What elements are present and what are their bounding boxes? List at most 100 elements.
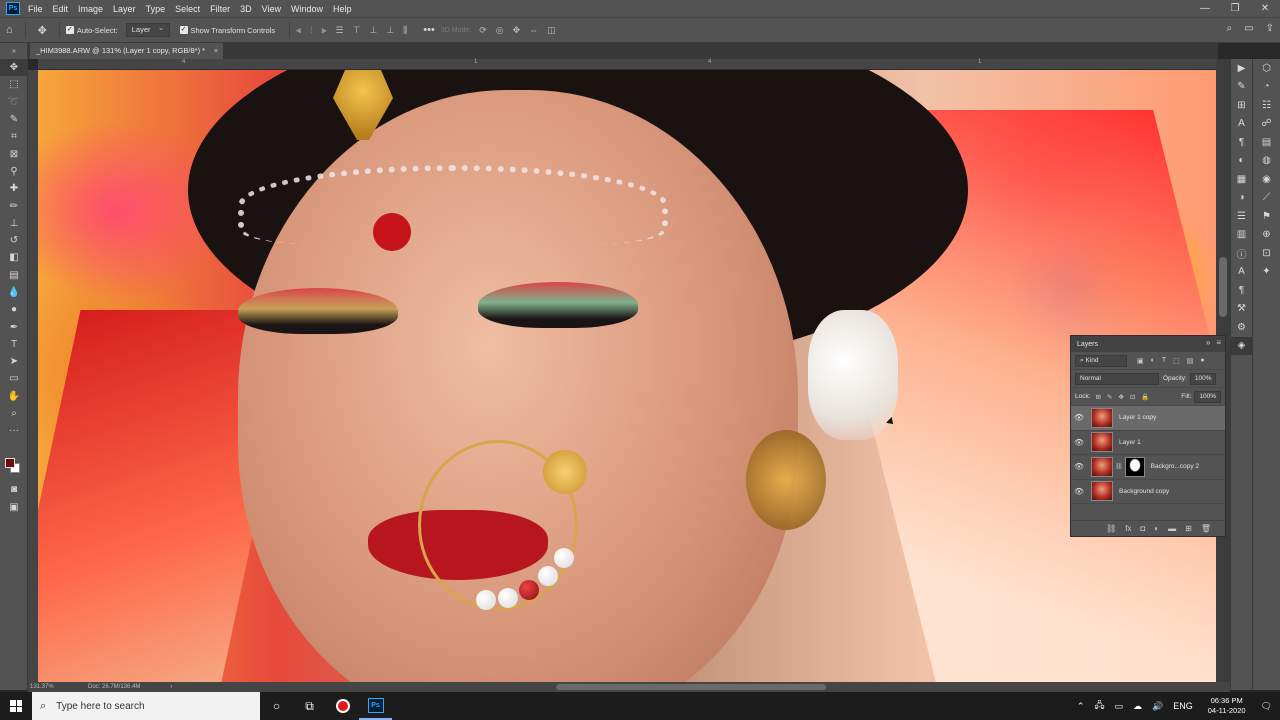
collapse-panel-icon[interactable]: » (1206, 338, 1210, 347)
move-tool-icon[interactable]: ✥ (38, 24, 47, 37)
eye-icon[interactable]: 👁 (1071, 487, 1087, 496)
menu-3d[interactable]: 3D (240, 4, 252, 14)
share-icon[interactable]: ⇪ (1266, 23, 1274, 34)
eyedropper-tool-icon[interactable]: ⚲ (0, 163, 28, 180)
marquee-tool-icon[interactable]: ⬚ (0, 76, 28, 93)
move-tool-icon[interactable]: ✥ (0, 59, 28, 77)
zoom-tool-icon[interactable]: ⌕ (0, 405, 28, 422)
layers-panel-title[interactable]: Layers (1077, 341, 1098, 348)
character-icon[interactable]: A (1231, 115, 1252, 134)
smart-object-filter-icon[interactable]: ▤ (1187, 357, 1194, 365)
tool-presets-icon[interactable]: ⚒ (1231, 300, 1252, 319)
paragraph-styles-icon[interactable]: ¶ (1231, 281, 1252, 300)
edit-toolbar-icon[interactable]: ··· (0, 422, 28, 439)
adjustments-icon[interactable]: ◑ (1231, 189, 1252, 208)
scrollbar-thumb[interactable] (1219, 257, 1227, 317)
3d-panel-icon[interactable]: ⬡ (1253, 59, 1280, 78)
panel-menu-icon[interactable]: ≡ (1216, 338, 1221, 347)
color-wheel-icon[interactable]: ◍ (1253, 152, 1280, 171)
measurement-icon[interactable]: ⊡ (1253, 244, 1280, 263)
status-menu-icon[interactable]: › (170, 684, 172, 690)
menu-file[interactable]: File (28, 4, 43, 14)
menu-help[interactable]: Help (333, 4, 352, 14)
frame-tool-icon[interactable]: ⊠ (0, 145, 28, 162)
fill-input[interactable]: 100% (1194, 390, 1221, 403)
volume-icon[interactable]: 🔊 (1152, 701, 1163, 712)
blur-tool-icon[interactable]: 💧 (0, 284, 28, 301)
brush-tool-icon[interactable]: ✏ (0, 197, 28, 214)
shape-filter-icon[interactable]: ⬚ (1173, 357, 1180, 365)
3d-roll-icon[interactable]: ◎ (496, 25, 504, 36)
lock-icons[interactable]: ⊞✎✥⊡🔒 (1096, 393, 1156, 401)
info-icon[interactable]: ⓘ (1231, 244, 1252, 263)
trash-icon[interactable]: 🗑 (1201, 524, 1211, 533)
layer-row[interactable]: 👁 Layer 1 copy (1071, 406, 1225, 431)
close-tab-button[interactable]: × (214, 43, 218, 59)
lasso-tool-icon[interactable]: ➰ (0, 94, 28, 111)
menu-select[interactable]: Select (175, 4, 200, 14)
3d-pan-icon[interactable]: ✥ (513, 25, 521, 36)
pixel-filter-icon[interactable]: ▣ (1137, 357, 1144, 365)
filter-toggle-icon[interactable]: ● (1200, 357, 1204, 365)
align-right-icon[interactable]: ⫸ (321, 25, 326, 36)
new-layer-icon[interactable]: ⊞ (1185, 524, 1192, 533)
link-layers-icon[interactable]: ⛓ (1106, 524, 1116, 533)
opacity-input[interactable]: 100% (1189, 372, 1217, 385)
document-size[interactable]: Doc: 26.7M/136.4M (88, 684, 140, 690)
3d-orbit-icon[interactable]: ⟳ (479, 25, 487, 36)
minimize-button[interactable]: — (1190, 0, 1220, 17)
layer-row[interactable]: 👁 ⛓ Backgro...copy 2 (1071, 455, 1225, 480)
adjustment-layer-icon[interactable]: ◐ (1154, 524, 1159, 533)
history-brush-tool-icon[interactable]: ↺ (0, 232, 28, 249)
document-tab[interactable]: _HIM3988.ARW @ 131% (Layer 1 copy, RGB/8… (30, 43, 224, 59)
eye-icon[interactable]: 👁 (1071, 462, 1087, 471)
crop-tool-icon[interactable]: ⌗ (0, 128, 28, 145)
distribute-icon[interactable]: ☰ (336, 25, 344, 36)
adjustment-filter-icon[interactable]: ◐ (1151, 357, 1155, 365)
auto-select-checkbox[interactable]: ✓ Auto-Select: (65, 26, 118, 35)
color-icon[interactable]: ◔ (1253, 78, 1280, 97)
menu-image[interactable]: Image (78, 4, 103, 14)
home-icon[interactable]: ⌂ (6, 24, 13, 36)
filter-kind-dropdown[interactable]: ⌕ Kind (1075, 354, 1127, 367)
taskbar-search[interactable]: ⌕ Type here to search (32, 692, 260, 720)
type-tool-icon[interactable]: T (0, 336, 28, 353)
cortana-icon[interactable]: ○ (260, 692, 293, 720)
maximize-button[interactable]: ❐ (1220, 0, 1250, 17)
glyphs-icon[interactable]: ◐ (1231, 152, 1252, 171)
hand-tool-icon[interactable]: ✋ (0, 388, 28, 405)
channels-icon[interactable]: ◉ (1253, 170, 1280, 189)
input-language[interactable]: ENG (1173, 701, 1193, 711)
layer-row[interactable]: 👁 Background copy (1071, 480, 1225, 504)
cloud-icon[interactable]: ☁ (1133, 701, 1142, 712)
close-button[interactable]: ✕ (1250, 0, 1280, 17)
play-icon[interactable]: ▶ (1231, 59, 1252, 78)
3d-slide-icon[interactable]: ⇔ (529, 25, 538, 36)
workspace-icon[interactable]: ▭ (1244, 23, 1253, 34)
add-mask-icon[interactable]: ◘ (1140, 524, 1145, 533)
align-center-icon[interactable]: ⫶ (310, 25, 312, 36)
align-left-icon[interactable]: ⫷ (296, 25, 301, 36)
align-top-icon[interactable]: ⊤ (353, 25, 361, 36)
align-middle-icon[interactable]: ⊥ (369, 25, 377, 36)
menu-type[interactable]: Type (146, 4, 166, 14)
show-transform-controls-checkbox[interactable]: ✓ Show Transform Controls (179, 26, 275, 35)
clone-source-icon[interactable]: ⊞ (1231, 96, 1252, 115)
screen-mode-icon[interactable]: ▣ (0, 499, 28, 516)
eye-icon[interactable]: 👁 (1071, 413, 1087, 422)
type-icon[interactable]: A (1231, 263, 1252, 282)
menu-filter[interactable]: Filter (210, 4, 230, 14)
timeline-icon[interactable]: ⚑ (1253, 207, 1280, 226)
3d-camera-icon[interactable]: ◫ (547, 25, 556, 36)
libraries-icon[interactable]: ☰ (1231, 207, 1252, 226)
actions-icon[interactable]: ⚙ (1231, 318, 1252, 337)
comments-icon[interactable]: ✦ (1253, 263, 1280, 282)
zoom-level[interactable]: 131.37% (30, 684, 80, 690)
path-selection-tool-icon[interactable]: ➤ (0, 353, 28, 370)
notifications-icon[interactable]: 🗨 (1261, 701, 1272, 712)
mask-link-icon[interactable]: ⛓ (1115, 463, 1123, 470)
healing-brush-tool-icon[interactable]: ✚ (0, 180, 28, 197)
new-group-icon[interactable]: ▬ (1168, 524, 1176, 533)
paragraph-icon[interactable]: ¶ (1231, 133, 1252, 152)
distribute-vertical-icon[interactable]: ⫼ (403, 25, 407, 36)
